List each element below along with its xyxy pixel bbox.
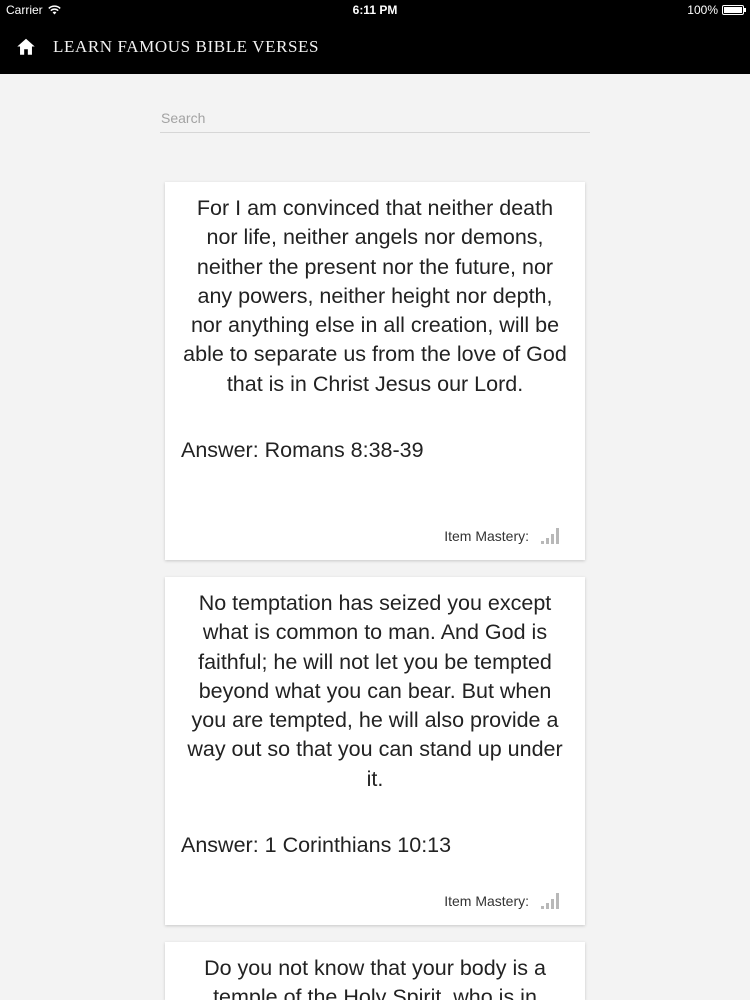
page-title: LEARN FAMOUS BIBLE VERSES [53, 37, 320, 56]
item-mastery: Item Mastery: [444, 527, 559, 544]
mastery-signal-icon [541, 527, 559, 544]
app-root: Carrier 6:11 PM 100% LEARN FAMOUS BIBLE … [0, 0, 750, 1000]
mastery-bar [551, 899, 554, 909]
battery-percent: 100% [687, 3, 718, 17]
mastery-bar [551, 534, 554, 544]
mastery-label: Item Mastery: [444, 892, 529, 909]
mastery-bar [541, 906, 544, 909]
verse-answer: Answer: 1 Corinthians 10:13 [181, 833, 452, 858]
verse-answer: Answer: Romans 8:38-39 [181, 438, 424, 463]
verse-text: For I am convinced that neither death no… [183, 196, 567, 396]
battery-icon [722, 5, 746, 15]
mastery-bar [541, 541, 544, 544]
status-bar: Carrier 6:11 PM 100% [0, 0, 750, 20]
mastery-bar [556, 528, 559, 544]
home-icon[interactable] [15, 36, 37, 58]
mastery-bar [556, 893, 559, 909]
mastery-bar [546, 903, 549, 909]
search-input[interactable] [160, 106, 592, 130]
battery-indicator: 100% [687, 3, 746, 17]
search-bar [160, 106, 592, 133]
verse-card[interactable]: No temptation has seized you except what… [165, 577, 585, 925]
verse-card[interactable]: Do you not know that your body is a temp… [165, 942, 585, 1000]
mastery-label: Item Mastery: [444, 527, 529, 544]
verse-text: Do you not know that your body is a temp… [204, 956, 546, 1000]
item-mastery: Item Mastery: [444, 892, 559, 909]
verse-card[interactable]: For I am convinced that neither death no… [165, 182, 585, 560]
status-time: 6:11 PM [352, 3, 398, 17]
nav-bar: LEARN FAMOUS BIBLE VERSES [0, 20, 750, 74]
mastery-signal-icon [541, 892, 559, 909]
verse-text: No temptation has seized you except what… [187, 591, 563, 791]
mastery-bar [546, 538, 549, 544]
